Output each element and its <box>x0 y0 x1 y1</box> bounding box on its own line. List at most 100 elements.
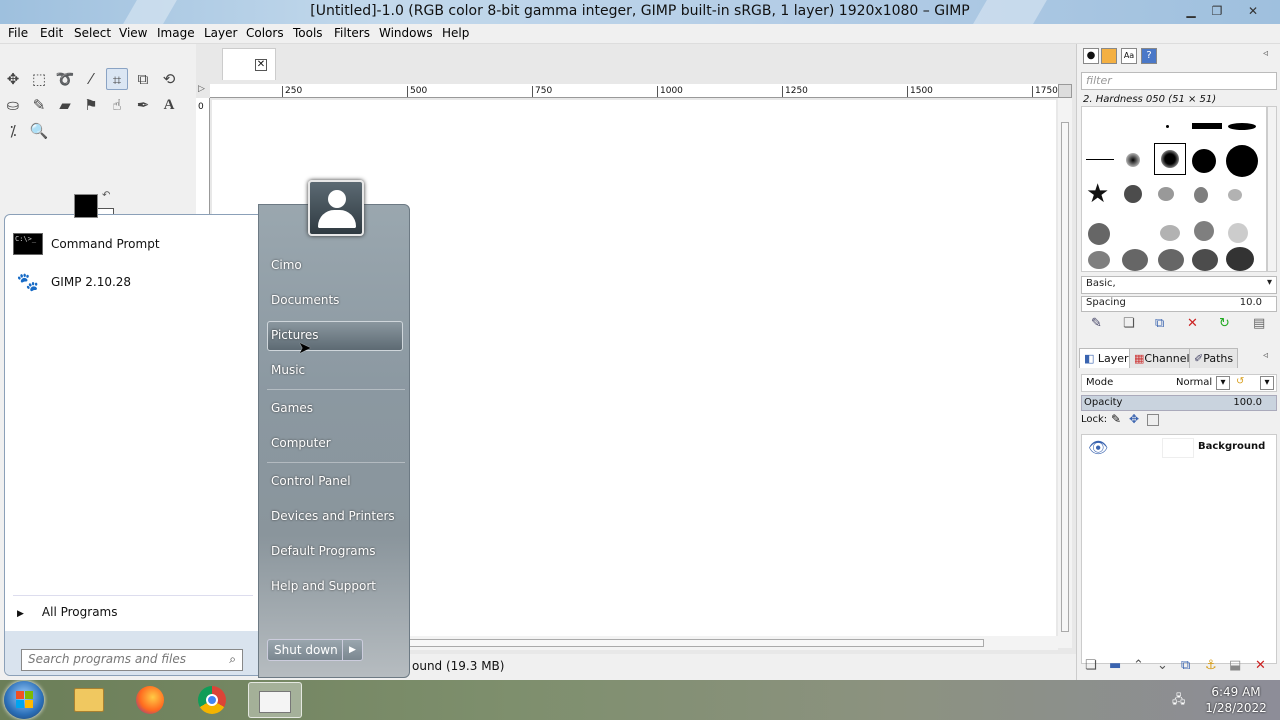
network-icon[interactable]: 🖧 <box>1172 690 1188 706</box>
brush-item[interactable] <box>1160 225 1180 241</box>
all-programs-button[interactable]: ▶ All Programs <box>17 605 118 619</box>
menu-colors[interactable]: Colors <box>246 26 284 40</box>
configure-tab-icon[interactable]: ◃ <box>1263 350 1268 361</box>
crop-tool-icon[interactable]: ⌗ <box>106 68 128 90</box>
start-item-documents[interactable]: Documents <box>271 293 339 307</box>
mode-value[interactable]: Normal <box>1176 377 1212 388</box>
start-item-computer[interactable]: Computer <box>271 436 331 450</box>
chevron-down-icon[interactable]: ▾ <box>1216 376 1230 390</box>
refresh-brushes-icon[interactable]: ↻ <box>1219 316 1230 331</box>
program-command-prompt[interactable]: C:\>_ Command Prompt <box>13 229 160 259</box>
menu-help[interactable]: Help <box>442 26 469 40</box>
spacing-spinner[interactable]: Spacing 10.0 <box>1081 296 1277 312</box>
duplicate-layer-icon[interactable]: ⧉ <box>1181 658 1190 673</box>
user-avatar[interactable] <box>308 180 364 236</box>
zoom-tool-icon[interactable]: 🔍 <box>28 120 50 142</box>
swap-colors-icon[interactable]: ↶ <box>102 190 110 201</box>
new-layer-group-icon[interactable]: ▬ <box>1109 658 1121 673</box>
new-brush-icon[interactable]: ❏ <box>1123 316 1135 331</box>
layer-row[interactable]: 👁 Background <box>1082 435 1276 461</box>
brush-item[interactable] <box>1228 123 1256 130</box>
lock-position-icon[interactable]: ✥ <box>1129 412 1139 426</box>
navigate-icon[interactable] <box>1058 84 1072 98</box>
brush-item[interactable] <box>1194 187 1208 203</box>
taskbar-explorer[interactable] <box>62 682 116 718</box>
horizontal-scroll-thumb[interactable] <box>390 639 984 647</box>
brush-item[interactable] <box>1192 149 1216 173</box>
clone-tool-icon[interactable]: ⚑ <box>80 94 102 116</box>
search-input[interactable]: Search programs and files ⌕ <box>21 649 243 671</box>
switch-mode-icon[interactable]: ↺ <box>1236 376 1244 387</box>
paintbrush-tool-icon[interactable]: ✎ <box>28 94 50 116</box>
opacity-slider[interactable]: Opacity 100.0 <box>1081 395 1277 411</box>
edit-brush-icon[interactable]: ✎ <box>1091 316 1102 331</box>
fonts-tab-icon[interactable]: Aa <box>1121 48 1137 64</box>
search-icon[interactable]: ⌕ <box>229 652 236 667</box>
duplicate-brush-icon[interactable]: ⧉ <box>1155 316 1164 331</box>
clock[interactable]: 6:49 AM 1/28/2022 <box>1196 684 1276 716</box>
brush-item[interactable] <box>1158 249 1184 271</box>
brush-grid[interactable]: ★ <box>1081 106 1267 272</box>
menu-file[interactable]: File <box>8 26 28 40</box>
foreground-color-swatch[interactable] <box>74 194 98 218</box>
configure-tab-icon[interactable]: ◃ <box>1263 48 1268 59</box>
brush-item[interactable] <box>1088 223 1110 245</box>
unified-transform-tool-icon[interactable]: ⧉ <box>132 68 154 90</box>
maximize-button[interactable]: ❐ <box>1206 2 1228 20</box>
menu-windows[interactable]: Windows <box>379 26 433 40</box>
vertical-scrollbar[interactable] <box>1058 98 1072 648</box>
brush-filter-input[interactable]: filter <box>1081 72 1277 90</box>
start-item-help-support[interactable]: Help and Support <box>271 579 376 593</box>
program-gimp[interactable]: 🐾 GIMP 2.10.28 <box>13 267 131 297</box>
tab-paths[interactable]: ✐Paths <box>1189 348 1239 368</box>
start-button[interactable] <box>4 681 44 719</box>
brush-item[interactable] <box>1192 123 1222 129</box>
move-tool-icon[interactable]: ✥ <box>2 68 24 90</box>
lower-layer-icon[interactable]: ⌄ <box>1157 658 1168 673</box>
smudge-tool-icon[interactable]: ☝ <box>106 94 128 116</box>
lasso-tool-icon[interactable]: ➰ <box>54 68 76 90</box>
brush-item[interactable] <box>1122 249 1148 271</box>
menu-layer[interactable]: Layer <box>204 26 237 40</box>
rect-select-tool-icon[interactable]: ⬚ <box>28 68 50 90</box>
brush-grid-scrollbar[interactable] <box>1267 106 1277 272</box>
patterns-tab-icon[interactable] <box>1101 48 1117 64</box>
start-item-default-programs[interactable]: Default Programs <box>271 544 376 558</box>
start-item-music[interactable]: Music <box>271 363 305 377</box>
warp-transform-tool-icon[interactable]: ⟲ <box>158 68 180 90</box>
shutdown-button[interactable]: Shut down ▶ <box>267 639 363 661</box>
brush-item-selected[interactable] <box>1154 143 1186 175</box>
chevron-down-icon[interactable]: ▾ <box>1260 376 1274 390</box>
delete-brush-icon[interactable]: ✕ <box>1187 316 1198 331</box>
anchor-layer-icon[interactable]: ⚓ <box>1205 658 1217 673</box>
menu-view[interactable]: View <box>119 26 147 40</box>
brush-item[interactable] <box>1158 187 1174 201</box>
brush-item[interactable] <box>1228 189 1242 201</box>
brush-item[interactable] <box>1126 153 1140 167</box>
brushes-tab-icon[interactable]: ● <box>1083 48 1099 64</box>
brush-item[interactable]: ★ <box>1086 179 1109 209</box>
start-item-devices-printers[interactable]: Devices and Printers <box>271 509 395 523</box>
brush-item[interactable] <box>1088 251 1110 269</box>
start-item-control-panel[interactable]: Control Panel <box>271 474 351 488</box>
eye-icon[interactable]: 👁 <box>1088 438 1108 457</box>
brush-item[interactable] <box>1226 247 1254 271</box>
image-tab[interactable]: ✕ <box>222 48 276 80</box>
merge-layer-icon[interactable]: ⬓ <box>1229 658 1241 673</box>
close-image-icon[interactable]: ✕ <box>255 59 267 71</box>
help-tab-icon[interactable]: ? <box>1141 48 1157 64</box>
quick-mask-icon[interactable]: ▷ <box>198 84 210 98</box>
brush-item[interactable] <box>1228 223 1248 243</box>
shutdown-options-icon[interactable]: ▶ <box>342 640 362 660</box>
taskbar-chrome[interactable] <box>186 682 240 718</box>
brush-item[interactable] <box>1192 249 1218 271</box>
close-button[interactable]: ✕ <box>1242 2 1264 20</box>
menu-edit[interactable]: Edit <box>40 26 63 40</box>
menu-select[interactable]: Select <box>74 26 111 40</box>
delete-layer-icon[interactable]: ✕ <box>1255 658 1266 673</box>
bucket-fill-tool-icon[interactable]: ⛀ <box>2 94 24 116</box>
menu-tools[interactable]: Tools <box>293 26 323 40</box>
menu-filters[interactable]: Filters <box>334 26 370 40</box>
minimize-button[interactable]: ▁ <box>1180 2 1202 20</box>
open-brush-as-image-icon[interactable]: ▤ <box>1253 316 1265 331</box>
